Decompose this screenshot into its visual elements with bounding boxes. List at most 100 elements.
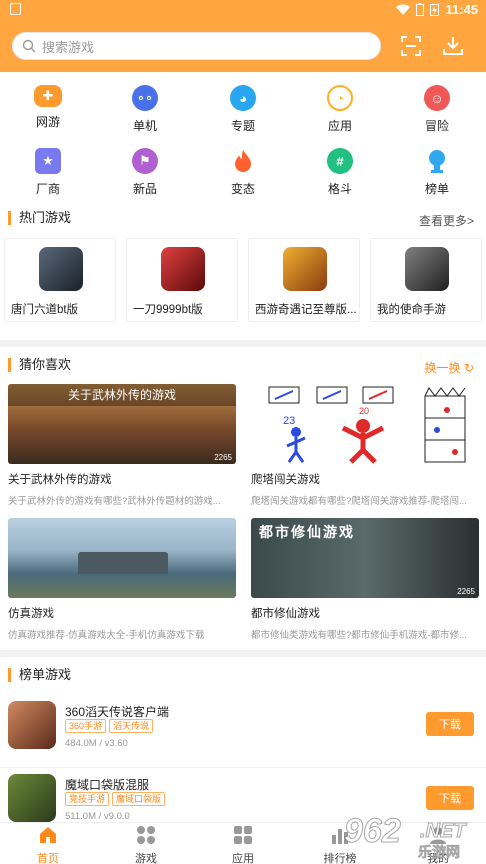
guess-title: 猜你喜欢 — [8, 358, 71, 372]
game-thumbnail — [405, 247, 449, 291]
app-meta: 511.0M / v9.0.0 — [65, 811, 130, 822]
trophy-icon — [429, 150, 445, 173]
category-adventure[interactable]: ☺ 冒险 — [402, 85, 472, 134]
category-label: 新品 — [132, 182, 157, 196]
watermark-subtitle: 乐游网 — [418, 844, 461, 861]
guess-card[interactable]: 都市修仙游戏 2265 都市修仙游戏 都市修仙类游戏有哪些?都市修仙手机游戏-都… — [251, 518, 479, 641]
banner-badge: 2265 — [214, 453, 232, 462]
flame-icon — [235, 150, 251, 172]
apps-icon — [234, 826, 252, 844]
stick-figure-illustration: 23 20 — [268, 386, 466, 464]
gamepad-icon: ✚ — [34, 85, 62, 107]
rank-row[interactable]: 360滔天传说客户端 360手游 滔天传说 484.0M / v3.60 下载 — [0, 695, 486, 767]
tab-home[interactable]: 首页 — [18, 825, 78, 864]
guess-title-text: 爬塔闯关游戏 — [251, 474, 320, 486]
app-tag: 魔域口袋版 — [112, 792, 166, 806]
search-input[interactable]: 搜索游戏 — [12, 32, 381, 60]
category-label: 厂商 — [35, 182, 60, 196]
hot-game-card[interactable]: 西游奇遇记至尊版... — [248, 238, 360, 322]
game-name: 我的使命手游 — [377, 304, 446, 316]
category-vendor[interactable]: ★ 厂商 — [13, 148, 83, 197]
category-label: 冒险 — [424, 119, 449, 133]
guess-desc: 仿真游戏推荐-仿真游戏大全-手机仿真游戏下载 — [8, 630, 205, 641]
category-label: 单机 — [132, 119, 157, 133]
rank-section: 榜单游戏 — [0, 657, 486, 695]
flag-icon: ⚑ — [132, 148, 158, 174]
app-meta: 484.0M / v3.60 — [65, 738, 128, 749]
category-topic[interactable]: ◕ 专题 — [208, 85, 278, 134]
hot-game-card[interactable]: 一刀9999bt版 — [126, 238, 238, 322]
view-more-link[interactable]: 查看更多> — [419, 212, 474, 229]
guess-banner: 23 20 — [251, 384, 479, 464]
game-thumbnail — [39, 247, 83, 291]
refresh-icon: ↻ — [463, 361, 474, 375]
category-new[interactable]: ⚑ 新品 — [110, 148, 180, 197]
category-single[interactable]: ∘∘ 单机 — [110, 85, 180, 134]
app-tag: 滔天传说 — [109, 719, 154, 733]
category-apps[interactable]: ◔ 应用 — [305, 85, 375, 134]
tab-games[interactable]: 游戏 — [116, 825, 176, 864]
game-name: 一刀9999bt版 — [133, 304, 203, 316]
site-watermark: 962 .NET 乐游网 — [330, 802, 486, 864]
banner-text: 关于武林外传的游戏 — [8, 384, 236, 406]
hot-game-card[interactable]: 我的使命手游 — [370, 238, 482, 322]
controller-icon: ∘∘ — [132, 85, 158, 111]
refresh-label: 换一换 — [424, 361, 461, 375]
hot-game-card[interactable]: 唐门六道bt版 — [4, 238, 116, 322]
watermark-net: .NET — [420, 820, 467, 843]
game-thumbnail — [161, 247, 205, 291]
mask-icon: ☺ — [424, 85, 450, 111]
category-fight[interactable]: # 格斗 — [305, 148, 375, 197]
search-placeholder: 搜索游戏 — [42, 39, 95, 55]
guess-card[interactable]: 关于武林外传的游戏 2265 关于武林外传的游戏 关于武林外传的游戏有哪些?武林… — [8, 384, 236, 507]
tab-label: 游戏 — [135, 853, 157, 864]
svg-text:23: 23 — [283, 415, 295, 427]
status-time: 11:45 — [445, 2, 478, 17]
guess-banner: 都市修仙游戏 2265 — [251, 518, 479, 598]
banner-badge: 2265 — [457, 587, 475, 596]
download-icon[interactable] — [441, 34, 465, 58]
category-online[interactable]: ✚ 网游 — [13, 85, 83, 130]
guess-desc: 关于武林外传的游戏有哪些?武林外传题材的游戏... — [8, 496, 221, 507]
guess-desc: 都市修仙类游戏有哪些?都市修仙手机游戏-都市修... — [251, 630, 467, 641]
download-button[interactable]: 下载 — [426, 712, 474, 736]
notification-icon — [10, 3, 21, 15]
game-thumbnail — [283, 247, 327, 291]
category-label: 网游 — [35, 115, 60, 129]
tab-label: 首页 — [37, 853, 59, 864]
guess-card[interactable]: 仿真游戏 仿真游戏推荐-仿真游戏大全-手机仿真游戏下载 — [8, 518, 236, 641]
guess-title-text: 关于武林外传的游戏 — [8, 474, 112, 486]
guess-title-text: 仿真游戏 — [8, 608, 54, 620]
hash-icon: # — [327, 148, 353, 174]
category-label: 应用 — [327, 119, 352, 133]
wifi-icon — [396, 4, 411, 15]
category-bt[interactable]: 变态 — [208, 148, 278, 197]
category-rank[interactable]: 榜单 — [402, 148, 472, 197]
guess-desc: 爬塔闯关游戏都有哪些?爬塔闯关游戏推荐-爬塔闯... — [251, 496, 467, 507]
tab-label: 应用 — [232, 853, 254, 864]
app-name: 魔域口袋版混服 — [65, 778, 150, 792]
grid-icon — [137, 826, 155, 844]
status-bar: 11:45 — [0, 0, 486, 20]
app-tag: 竞技手游 — [65, 792, 110, 806]
tab-apps[interactable]: 应用 — [213, 825, 273, 864]
search-icon — [22, 39, 36, 53]
star-chat-icon: ★ — [35, 148, 61, 174]
category-label: 专题 — [230, 119, 255, 133]
pacman-icon: ◕ — [230, 85, 256, 111]
watermark-number: 962 — [344, 812, 402, 851]
refresh-button[interactable]: 换一换 ↻ — [425, 359, 474, 376]
guess-banner: 关于武林外传的游戏 2265 — [8, 384, 236, 464]
app-tag: 360手游 — [65, 719, 107, 733]
category-label: 榜单 — [424, 182, 449, 196]
scan-icon[interactable] — [399, 34, 423, 58]
guess-card[interactable]: 23 20 爬塔闯关游戏 爬塔闯关游戏都有哪些?爬塔闯关游戏推荐-爬塔闯... — [251, 384, 479, 507]
app-tags: 竞技手游 魔域口袋版 — [65, 792, 166, 806]
charging-icon — [430, 4, 440, 16]
category-label: 格斗 — [327, 182, 352, 196]
game-name: 唐门六道bt版 — [11, 304, 79, 316]
category-grid: ✚ 网游 ∘∘ 单机 ◕ 专题 ◔ 应用 ☺ 冒险 ★ 厂商 ⚑ 新品 变态 #… — [0, 72, 486, 204]
battery-icon — [416, 3, 425, 16]
app-icon — [8, 774, 56, 822]
island-illustration — [78, 552, 168, 574]
